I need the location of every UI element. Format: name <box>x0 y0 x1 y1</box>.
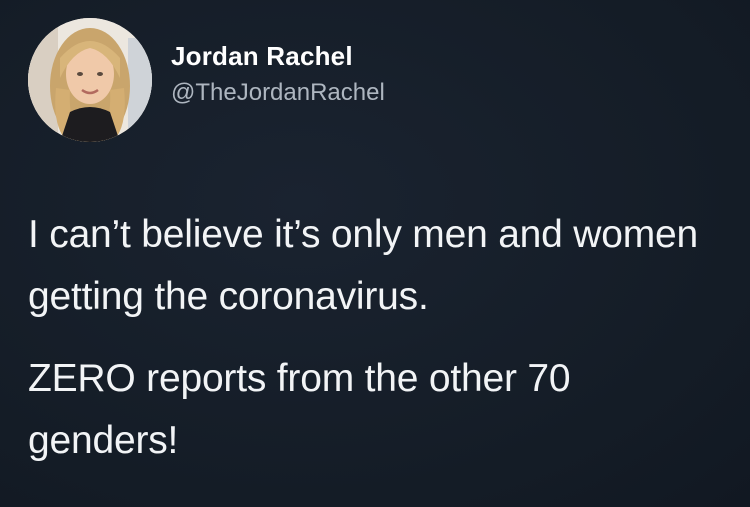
tweet-paragraph-1: I can’t believe it’s only men and women … <box>28 213 699 318</box>
tweet-paragraph-2: ZERO reports from the other 70 genders! <box>28 357 571 462</box>
tweet-text: I can’t believe it’s only men and women … <box>28 204 728 472</box>
avatar-photo <box>28 18 152 142</box>
tweet-author: Jordan Rachel @TheJordanRachel <box>171 40 385 108</box>
author-handle[interactable]: @TheJordanRachel <box>171 78 385 108</box>
avatar[interactable] <box>28 18 152 142</box>
author-display-name[interactable]: Jordan Rachel <box>171 40 385 72</box>
tweet-card: Jordan Rachel @TheJordanRachel I can’t b… <box>0 0 750 507</box>
